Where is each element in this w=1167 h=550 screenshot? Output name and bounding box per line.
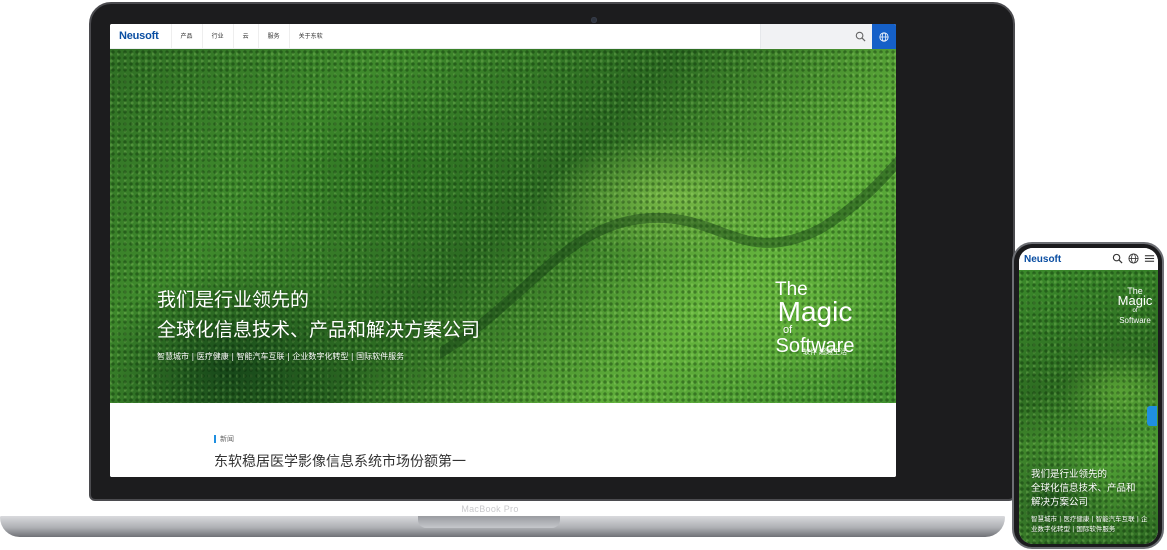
- nav-cloud[interactable]: 云: [232, 24, 258, 49]
- nav-about[interactable]: 关于东软: [288, 24, 332, 49]
- news-tag: 新闻: [214, 435, 234, 443]
- hero-title-line-1: 我们是行业领先的: [157, 289, 310, 311]
- phone-hero-banner: The Magic of Software 我们是行业领先的 全球化信息技术、产…: [1019, 270, 1158, 544]
- nav-industry[interactable]: 行业: [201, 24, 233, 49]
- hero-title-line-2: 全球化信息技术、产品和解决方案公司: [157, 319, 481, 341]
- phone-header-icons: [1112, 253, 1155, 264]
- search-icon[interactable]: [855, 31, 866, 42]
- phone-hero-title-line-1: 我们是行业领先的: [1031, 469, 1108, 480]
- laptop-model-label: MacBook Pro: [461, 504, 519, 514]
- hero-title: 我们是行业领先的 全球化信息技术、产品和解决方案公司: [157, 285, 480, 345]
- news-headline[interactable]: 东软稳居医学影像信息系统市场份额第一: [214, 451, 466, 471]
- globe-icon[interactable]: [1128, 253, 1139, 264]
- phone-neusoft-logo[interactable]: Neusoft: [1024, 254, 1061, 265]
- menu-icon[interactable]: [1144, 253, 1155, 264]
- magic-cn: 软件 超越生活: [803, 349, 847, 356]
- phone-hero-title-line-2: 全球化信息技术、产品和: [1031, 483, 1136, 494]
- hero-banner: 我们是行业领先的 全球化信息技术、产品和解决方案公司 智慧城市 | 医疗健康 |…: [110, 49, 896, 403]
- language-button[interactable]: [872, 24, 896, 49]
- phone-header: Neusoft: [1019, 248, 1158, 270]
- search-icon[interactable]: [1112, 253, 1123, 264]
- globe-icon: [879, 31, 889, 42]
- search-input[interactable]: [760, 24, 872, 49]
- news-section: 新闻 东软稳居医学影像信息系统市场份额第一: [110, 403, 896, 477]
- magic-magic: Magic: [777, 296, 853, 327]
- phone-hero-title-line-3: 解决方案公司: [1031, 497, 1089, 508]
- neusoft-logo[interactable]: Neusoft: [119, 30, 159, 42]
- site-header: Neusoft 产品 行业 云 服务 关于东软: [110, 24, 896, 49]
- hero-subtitle: 智慧城市 | 医疗健康 | 智能汽车互联 | 企业数字化转型 | 国际软件服务: [157, 352, 405, 361]
- camera-icon: [591, 17, 597, 23]
- phone-screen: Neusoft The Magic of Software 我们是行业领先的 全…: [1019, 248, 1158, 544]
- nav-services[interactable]: 服务: [257, 24, 289, 49]
- phone-magic-software: Software: [1119, 316, 1151, 325]
- phone-magic-logo: The Magic of Software: [1113, 286, 1157, 326]
- phone-hero-subtitle: 智慧城市 | 医疗健康 | 智能汽车互联 | 企业数字化转型 | 国际软件服务: [1031, 515, 1148, 533]
- device-mockup-stage: MacBook Pro Neusoft 产品 行业 云 服务 关于东软 我们是行…: [0, 0, 1167, 550]
- magic-of-software-logo: The Magic of Software 软件 超越生活: [765, 280, 865, 356]
- phone-hero-title: 我们是行业领先的 全球化信息技术、产品和 解决方案公司: [1031, 468, 1136, 510]
- phone-floating-contact-tab[interactable]: [1147, 406, 1157, 426]
- laptop-notch: [418, 516, 560, 528]
- phone-magic-magic: Magic: [1117, 293, 1153, 308]
- laptop-screen: Neusoft 产品 行业 云 服务 关于东软 我们是行业领先的 全球化信息技术…: [110, 24, 896, 477]
- nav-products[interactable]: 产品: [170, 24, 202, 49]
